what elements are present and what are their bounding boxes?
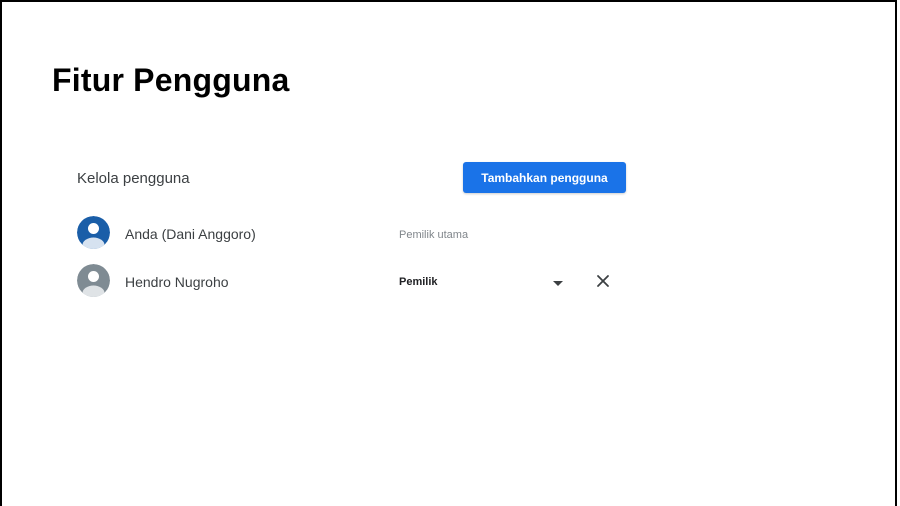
user-role-label: Pemilik utama <box>399 229 469 241</box>
avatar <box>77 264 110 297</box>
user-row: Anda (Dani Anggoro) Pemilik utama <box>77 216 637 250</box>
close-icon[interactable] <box>595 273 611 289</box>
user-row: Hendro Nugroho Pemilik <box>77 264 637 298</box>
person-icon <box>77 216 110 249</box>
user-name: Anda (Dani Anggoro) <box>125 226 256 242</box>
page-title: Fitur Pengguna <box>52 62 290 98</box>
person-icon <box>77 264 110 297</box>
chevron-down-icon[interactable] <box>553 281 563 286</box>
avatar <box>77 216 110 249</box>
add-user-button[interactable]: Tambahkan pengguna <box>463 162 626 193</box>
role-dropdown[interactable]: Pemilik <box>399 272 569 294</box>
role-dropdown-value: Pemilik <box>399 276 438 288</box>
slide-frame: Fitur Pengguna Kelola pengguna Tambahkan… <box>0 0 897 506</box>
user-name: Hendro Nugroho <box>125 274 229 290</box>
manage-users-label: Kelola pengguna <box>77 170 190 187</box>
